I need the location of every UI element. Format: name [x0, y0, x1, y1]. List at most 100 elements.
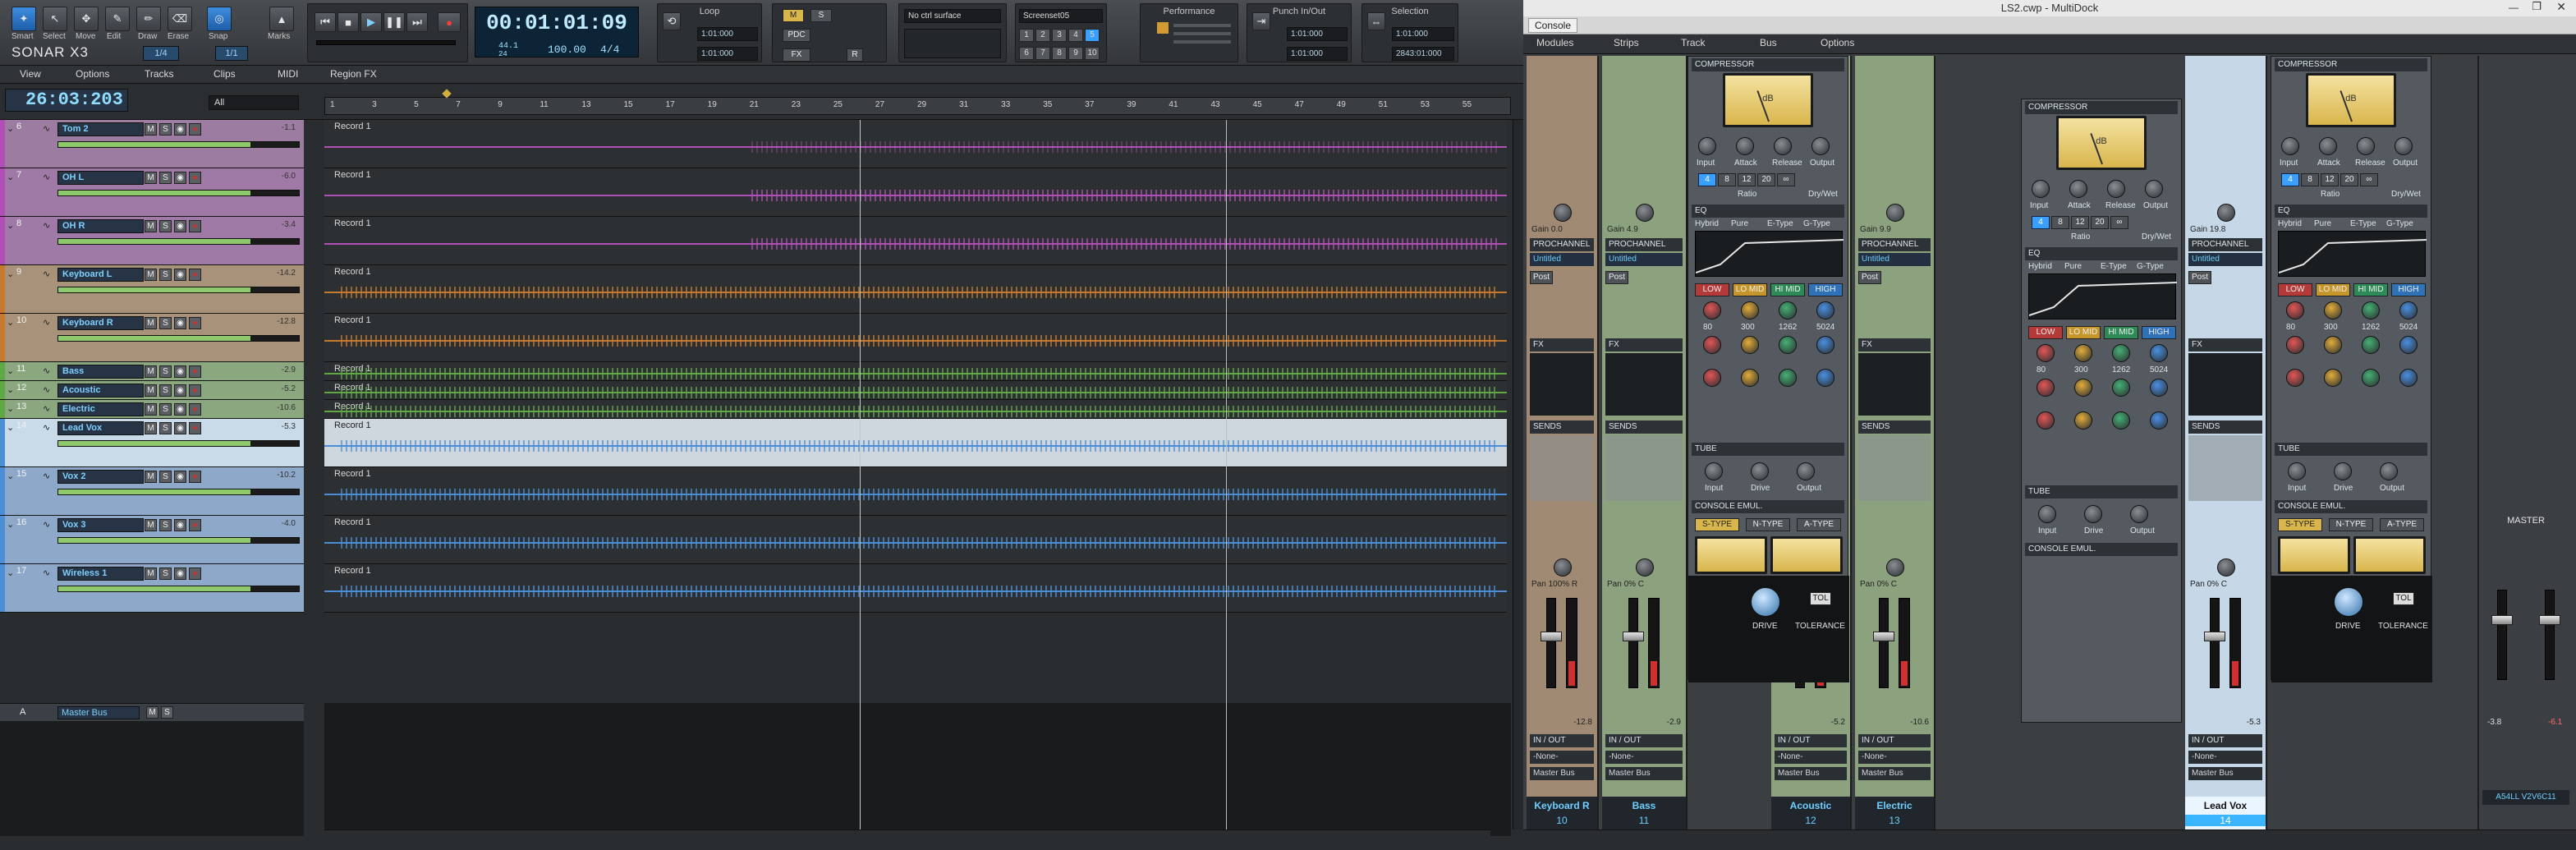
screenset-select[interactable]: Screenset05 — [1019, 9, 1103, 23]
pan-knob[interactable] — [1554, 558, 1572, 577]
menu-options[interactable]: Options — [76, 68, 109, 80]
tube-knob[interactable] — [2288, 462, 2306, 480]
fx-header[interactable]: FX — [1605, 338, 1683, 351]
track-header[interactable]: ⌄ 16 ∿ Vox 3 M S ◉ ● -4.0 — [0, 516, 304, 564]
ctrl-surface-select[interactable]: No ctrl surface — [904, 9, 1001, 23]
punch-toggle-icon[interactable]: ⇥ — [1252, 12, 1270, 30]
drive-knob[interactable] — [2334, 587, 2363, 617]
master-fader-r-knob[interactable] — [2539, 615, 2560, 625]
eq-band-button[interactable]: LO MID — [1733, 283, 1767, 296]
ratio-button[interactable]: ∞ — [1777, 173, 1795, 186]
track-expand-icon[interactable]: ⌄ — [7, 403, 14, 414]
fx-bin[interactable] — [1530, 353, 1594, 416]
eq-gain-knob[interactable] — [2362, 336, 2380, 354]
output-select[interactable]: Master Bus — [1605, 767, 1683, 780]
track-solo-button[interactable]: S — [159, 519, 172, 531]
ratio-button[interactable]: 8 — [2051, 216, 2069, 229]
selection-start[interactable]: 1:01:000 — [1392, 27, 1454, 41]
eq-q-knob[interactable] — [2324, 369, 2342, 387]
compressor-knob[interactable] — [1698, 137, 1716, 155]
strip-name[interactable]: Acoustic — [1771, 800, 1850, 811]
tube-knob[interactable] — [1797, 462, 1815, 480]
track-clip-lane[interactable]: Record 1 — [324, 362, 1507, 381]
eq-band-button[interactable]: HI MID — [2104, 326, 2138, 339]
marks-icon[interactable]: ▲ — [269, 7, 294, 31]
tube-knob[interactable] — [2130, 505, 2148, 523]
sends-bin[interactable] — [2188, 435, 2262, 501]
ratio-button[interactable]: 12 — [2321, 173, 2339, 186]
fx-header[interactable]: FX — [1530, 338, 1594, 351]
ratio-button[interactable]: 20 — [2091, 216, 2109, 229]
console-menu-modules[interactable]: Modules — [1536, 37, 1573, 48]
eq-mode[interactable]: Pure — [2314, 219, 2331, 228]
ratio-button[interactable]: 8 — [2301, 173, 2319, 186]
eq-gain-knob[interactable] — [1741, 336, 1759, 354]
tube-header[interactable]: TUBE — [2025, 485, 2178, 499]
prochannel-header[interactable]: PROCHANNEL — [1858, 238, 1931, 251]
track-expand-icon[interactable]: ⌄ — [7, 471, 14, 481]
track-input-echo-icon[interactable]: ◉ — [174, 365, 186, 378]
track-clip-lane[interactable]: Record 1 — [324, 419, 1507, 467]
input-select[interactable]: -None- — [1530, 751, 1594, 764]
console-emul-header[interactable]: CONSOLE EMUL. — [2025, 543, 2178, 556]
track-name[interactable]: OH L — [57, 171, 144, 185]
screenset-8[interactable]: 8 — [1052, 47, 1067, 60]
eq-freq-knob[interactable] — [2286, 301, 2304, 319]
track-name[interactable]: Lead Vox — [57, 421, 144, 435]
pan-knob[interactable] — [1636, 558, 1654, 577]
now-time-counter[interactable]: 26:03:203 — [5, 89, 128, 112]
track-record-arm-icon[interactable]: ● — [189, 471, 201, 483]
track-record-arm-icon[interactable]: ● — [189, 220, 201, 232]
track-volume-slider[interactable] — [57, 537, 300, 544]
eq-q-knob[interactable] — [2112, 411, 2130, 430]
screenset-7[interactable]: 7 — [1035, 47, 1050, 60]
strip-name[interactable]: Bass — [1602, 800, 1686, 811]
snap-icon[interactable]: ◎ — [207, 7, 232, 31]
ratio-button[interactable]: 12 — [1738, 173, 1756, 186]
sends-header[interactable]: SENDS — [1858, 420, 1931, 434]
eq-mode[interactable]: E-Type — [1767, 219, 1793, 228]
compressor-knob[interactable] — [2032, 180, 2050, 198]
strip-name-plate[interactable]: Electric 13 — [1855, 797, 1934, 829]
strip-name-plate[interactable]: Lead Vox 14 — [2185, 797, 2266, 829]
screenset-9[interactable]: 9 — [1068, 47, 1083, 60]
prochannel-preset[interactable]: Untitled — [2188, 253, 2262, 266]
maximize-icon[interactable]: ❐ — [2532, 0, 2542, 13]
track-header[interactable]: ⌄ 15 ∿ Vox 2 M S ◉ ● -10.2 — [0, 467, 304, 516]
track-header[interactable]: ⌄ 12 ∿ Acoustic M S ◉ ● -5.2 — [0, 381, 304, 400]
eq-graph[interactable] — [2028, 273, 2178, 319]
compressor-knob[interactable] — [2319, 137, 2337, 155]
volume-fader[interactable] — [1541, 598, 1562, 688]
strip-name[interactable]: Electric — [1855, 800, 1934, 811]
console-emul-header[interactable]: CONSOLE EMUL. — [2275, 500, 2427, 513]
prochannel-preset[interactable]: Untitled — [1605, 253, 1683, 266]
fx-header[interactable]: FX — [2188, 338, 2262, 351]
console-menu-options[interactable]: Options — [1821, 37, 1854, 48]
track-archive-icon[interactable]: ∿ — [43, 269, 50, 279]
eq-freq-knob[interactable] — [2324, 301, 2342, 319]
track-filter-select[interactable]: All — [209, 95, 299, 110]
eq-mode[interactable]: Hybrid — [2278, 219, 2302, 228]
eq-freq-knob[interactable] — [1816, 301, 1834, 319]
track-mute-button[interactable]: M — [145, 220, 157, 232]
master-fader-l[interactable] — [2491, 590, 2513, 680]
eq-q-knob[interactable] — [2150, 411, 2168, 430]
forward-end-icon[interactable]: ⏭ — [406, 12, 428, 32]
post-button[interactable]: Post — [1605, 271, 1628, 284]
track-input-echo-icon[interactable]: ◉ — [174, 269, 186, 281]
pan-knob[interactable] — [1886, 558, 1904, 577]
track-solo-button[interactable]: S — [159, 422, 172, 434]
eq-header[interactable]: EQ — [2025, 247, 2178, 260]
eq-q-knob[interactable] — [2036, 411, 2055, 430]
track-record-arm-icon[interactable]: ● — [189, 365, 201, 378]
track-expand-icon[interactable]: ⌄ — [7, 220, 14, 231]
compressor-knob[interactable] — [1811, 137, 1830, 155]
track-clip-lane[interactable]: Record 1 — [324, 314, 1507, 362]
eq-q-knob[interactable] — [1741, 369, 1759, 387]
track-input-echo-icon[interactable]: ◉ — [174, 567, 186, 580]
sends-header[interactable]: SENDS — [1530, 420, 1594, 434]
eq-band-button[interactable]: HI MID — [1770, 283, 1805, 296]
track-input-echo-icon[interactable]: ◉ — [174, 220, 186, 232]
pan-knob[interactable] — [2217, 558, 2235, 577]
eq-freq-knob[interactable] — [1703, 301, 1721, 319]
